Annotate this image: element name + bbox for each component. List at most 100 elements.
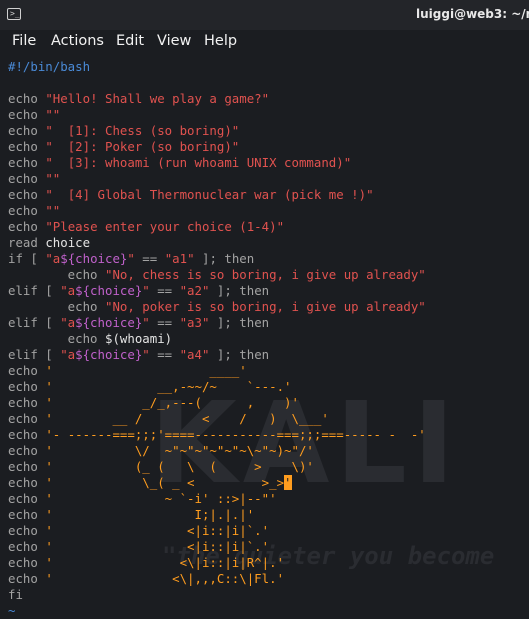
code-token: echo bbox=[8, 187, 46, 202]
code-token: echo bbox=[8, 491, 46, 506]
code-line: echo ' <\|,,,C::\|Fl.' bbox=[8, 571, 426, 587]
code-token: ' <|i::|i|`.' bbox=[45, 523, 270, 538]
code-line: echo ' <\|i::|i|R^|.' bbox=[8, 555, 426, 571]
code-token: echo bbox=[8, 91, 46, 106]
code-token: echo bbox=[8, 171, 46, 186]
code-line: echo ' \/ ~"~"~"~"~"~\~"~)~"/' bbox=[8, 443, 426, 459]
code-token: ' <|i::|i|`.' bbox=[45, 539, 270, 554]
code-token: echo bbox=[8, 331, 105, 346]
code-token: ' I;|.|.|' bbox=[45, 507, 255, 522]
code-line: echo ' _/_,---( , )' bbox=[8, 395, 426, 411]
code-token: " bbox=[142, 315, 150, 330]
code-token: ' __,-~~/~ `---.' bbox=[45, 379, 292, 394]
code-line: echo ' I;|.|.|' bbox=[8, 507, 426, 523]
code-token: "a bbox=[60, 283, 76, 298]
code-token: ]; then bbox=[209, 347, 270, 362]
code-token: ]; then bbox=[209, 315, 270, 330]
code-line: echo ' __,-~~/~ `---.' bbox=[8, 379, 426, 395]
code-token: elif [ bbox=[8, 347, 61, 362]
code-line: elif [ "a${choice}" == "a3" ]; then bbox=[8, 315, 426, 331]
code-line: echo ' \_( _ < >_>' bbox=[8, 475, 426, 491]
code-line: echo '- ------===;;;'====-----------===;… bbox=[8, 427, 426, 443]
code-line: echo ' ____' bbox=[8, 363, 426, 379]
code-token: ' <\|i::|i|R^|.' bbox=[45, 555, 285, 570]
menu-view[interactable]: View bbox=[157, 33, 191, 49]
code-token: echo bbox=[8, 571, 46, 586]
code-line: echo " [2]: Poker (so boring)" bbox=[8, 139, 426, 155]
code-token: ' ~ `-i' ::>|--"' bbox=[45, 491, 277, 506]
code-token: " bbox=[142, 347, 150, 362]
code-token: == bbox=[149, 315, 180, 330]
code-token: "a bbox=[60, 347, 76, 362]
code-line: fi bbox=[8, 587, 426, 603]
code-line: echo $(whoami) bbox=[8, 331, 426, 347]
code-token: == bbox=[134, 251, 165, 266]
code-token: ' _/_,---( , )' bbox=[45, 395, 299, 410]
code-line: #!/bin/bash bbox=[8, 59, 426, 75]
code-line: read choice bbox=[8, 235, 426, 251]
editor-area[interactable]: KALI "the quieter you become #!/bin/bash… bbox=[0, 54, 529, 619]
code-token: echo bbox=[8, 411, 46, 426]
code-token: "a bbox=[45, 251, 61, 266]
code-token: echo bbox=[8, 155, 46, 170]
code-token: "No, poker is so boring, i give up alrea… bbox=[104, 299, 426, 314]
code-token: echo bbox=[8, 523, 46, 538]
code-token: "Hello! Shall we play a game?" bbox=[45, 91, 270, 106]
code-token: "No, chess is so boring, i give up alrea… bbox=[104, 267, 426, 282]
code-token: " [3]: whoami (run whoami UNIX command)" bbox=[45, 155, 352, 170]
code-line: echo ' __ / < / ) \___' bbox=[8, 411, 426, 427]
menu-bar: File Actions Edit View Help bbox=[0, 30, 529, 54]
code-token: " bbox=[127, 251, 135, 266]
code-token: echo bbox=[8, 395, 46, 410]
code-token: echo bbox=[8, 139, 46, 154]
code-token: echo bbox=[8, 507, 46, 522]
menu-edit[interactable]: Edit bbox=[116, 33, 144, 49]
code-token: ' bbox=[284, 475, 292, 490]
code-line: echo ' ~ `-i' ::>|--"' bbox=[8, 491, 426, 507]
menu-help[interactable]: Help bbox=[204, 33, 237, 49]
code-token: echo bbox=[8, 299, 105, 314]
code-token: echo bbox=[8, 107, 46, 122]
code-token: "a1" bbox=[164, 251, 195, 266]
menu-actions[interactable]: Actions bbox=[51, 33, 104, 49]
code-token: echo bbox=[8, 123, 46, 138]
code-token: ]; then bbox=[194, 251, 255, 266]
code-token: echo bbox=[8, 555, 46, 570]
script-code: #!/bin/bash echo "Hello! Shall we play a… bbox=[8, 59, 426, 619]
menu-file[interactable]: File bbox=[12, 33, 36, 49]
code-line: echo " [3]: whoami (run whoami UNIX comm… bbox=[8, 155, 426, 171]
code-token: ' ____' bbox=[45, 363, 247, 378]
code-line: echo "" bbox=[8, 171, 426, 187]
code-token: ${choice} bbox=[75, 315, 143, 330]
code-line: echo "No, chess is so boring, i give up … bbox=[8, 267, 426, 283]
terminal-icon: >_ bbox=[7, 8, 21, 20]
code-token: "a2" bbox=[179, 283, 210, 298]
code-line: echo " [4] Global Thermonuclear war (pic… bbox=[8, 187, 426, 203]
code-token: "a bbox=[60, 315, 76, 330]
code-token: ${choice} bbox=[75, 347, 143, 362]
code-token: ' <\|,,,C::\|Fl.' bbox=[45, 571, 285, 586]
code-line: echo ' <|i::|i|`.' bbox=[8, 523, 426, 539]
code-token: "Please enter your choice (1-4)" bbox=[45, 219, 285, 234]
code-token: == bbox=[149, 283, 180, 298]
code-token: echo bbox=[8, 267, 105, 282]
code-token: ' \/ ~"~"~"~"~"~\~"~)~"/' bbox=[45, 443, 314, 458]
code-token: echo bbox=[8, 459, 46, 474]
code-token: "" bbox=[45, 171, 61, 186]
code-token: == bbox=[149, 347, 180, 362]
code-token: echo bbox=[8, 219, 46, 234]
code-token: ' \_( _ < >_> bbox=[45, 475, 285, 490]
code-token: read bbox=[8, 235, 46, 250]
code-token: echo bbox=[8, 427, 46, 442]
code-token: "a3" bbox=[179, 315, 210, 330]
window-title: luiggi@web3: ~/mor bbox=[416, 7, 529, 21]
code-line: echo " [1]: Chess (so boring)" bbox=[8, 123, 426, 139]
code-token: ${choice} bbox=[60, 251, 128, 266]
code-token: echo bbox=[8, 203, 46, 218]
code-token: echo bbox=[8, 363, 46, 378]
code-token: if [ bbox=[8, 251, 46, 266]
code-line: elif [ "a${choice}" == "a4" ]; then bbox=[8, 347, 426, 363]
code-token: " [2]: Poker (so boring)" bbox=[45, 139, 240, 154]
code-token: " [4] Global Thermonuclear war (pick me … bbox=[45, 187, 374, 202]
